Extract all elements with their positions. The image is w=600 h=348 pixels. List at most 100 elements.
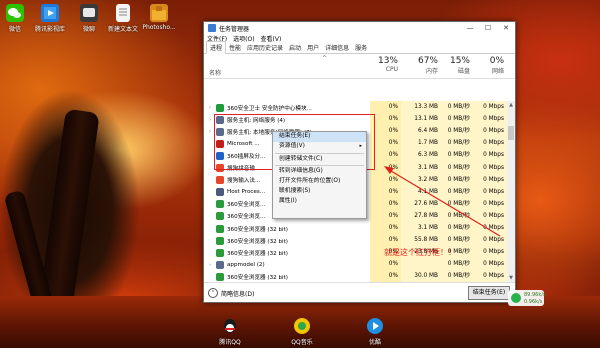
tab-details[interactable]: 详细信息	[322, 42, 352, 53]
desktop-icon-label: QQ音乐	[291, 339, 313, 346]
column-header-network[interactable]: 0% 网络	[473, 56, 504, 75]
desktop-icon-text-file[interactable]: 新建文本文	[103, 4, 143, 33]
expand-chevron-icon[interactable]: ›	[209, 105, 215, 111]
memory-cell: 55.8 MB	[401, 234, 441, 248]
context-menu-item-label: 打开文件所在的位置(O)	[279, 178, 341, 185]
network-cell: 0 Mbps	[473, 185, 507, 199]
desktop-icon-video-library[interactable]: 腾讯影视库	[30, 4, 70, 33]
scroll-down-icon[interactable]: ▼	[507, 274, 515, 282]
360-browser-icon	[216, 272, 224, 281]
column-header-disk[interactable]: 15% 磁盘	[441, 56, 470, 75]
network-cell: 0 Mbps	[473, 246, 507, 260]
process-name: 360安全卫士 安全防护中心模块...	[227, 105, 312, 112]
network-total-percent: 0%	[489, 56, 504, 66]
desktop-icon-youku[interactable]: 优酷	[355, 317, 395, 346]
context-menu-item-label: 创建转储文件(C)	[279, 155, 323, 162]
process-row[interactable]: 360安全浏览器 (32 bit) 0% 23.8 MB 0 MB/秒 0 Mbps	[204, 246, 507, 260]
network-cell: 0 Mbps	[473, 197, 507, 211]
process-row[interactable]: › 360安全卫士 安全防护中心模块... 0% 13.3 MB 0 MB/秒 0 Mbp…	[204, 101, 507, 114]
expand-chevron-icon[interactable]: ›	[209, 262, 215, 268]
vertical-scrollbar[interactable]: ▲ ▼	[507, 101, 515, 282]
disk-cell: 0 MB/秒	[441, 125, 473, 139]
maximize-button[interactable]: ☐	[479, 22, 497, 34]
memory-cell: 3.1 MB	[401, 161, 441, 175]
cpu-cell: 0%	[370, 209, 401, 223]
desktop-icon-photoshop[interactable]: Photosho...	[139, 4, 179, 31]
network-speed-widget[interactable]: 89.96k/s 0.96k/s	[508, 290, 546, 306]
360-browser-icon	[216, 248, 224, 257]
speed-line-2: 0.96k/s	[524, 299, 543, 305]
network-cell: 0 Mbps	[473, 209, 507, 223]
task-manager-icon	[208, 24, 216, 32]
tab-services[interactable]: 服务	[352, 42, 370, 53]
process-name-cell: 360安全浏览器 (32 bit)	[209, 246, 288, 259]
tab-users[interactable]: 用户	[304, 42, 322, 53]
cpu-cell: 0%	[370, 222, 401, 235]
context-menu-item-label: 联机搜索(S)	[279, 187, 311, 194]
process-name-cell: Host Proces...	[209, 186, 265, 199]
memory-total-percent: 67%	[417, 56, 438, 66]
cpu-cell: 0%	[370, 101, 401, 114]
desktop-icon-qq-music[interactable]: QQ音乐	[282, 317, 322, 346]
tab-strip: 进程 性能 应用历史记录 启动 用户 详细信息 服务	[204, 41, 515, 54]
disk-cell: 0 MB/秒	[441, 258, 473, 272]
process-name-cell: 360安全浏览...	[209, 210, 265, 223]
context-menu-item-label: 资源值(V)	[279, 142, 305, 149]
close-button[interactable]: ✕	[497, 22, 515, 34]
network-cell: 0 Mbps	[473, 234, 507, 248]
disk-cell: 0 MB/秒	[441, 197, 473, 211]
column-header-memory[interactable]: 67% 内存	[401, 56, 438, 75]
desktop-icon-label: 优酷	[368, 339, 381, 346]
submenu-arrow-icon: ▸	[359, 142, 362, 149]
network-cell: 0 Mbps	[473, 222, 507, 235]
context-menu-item-label: 结束任务(E)	[279, 133, 311, 139]
column-header-name[interactable]: 名称	[209, 68, 221, 77]
process-row[interactable]: 360安全浏览器 (32 bit) 0% 3.1 MB 0 MB/秒 0 Mbps	[204, 222, 507, 235]
process-row[interactable]: 360安全浏览器 (32 bit) 0% 55.8 MB 0 MB/秒 0 Mbps	[204, 234, 507, 248]
context-menu-item[interactable]: 转到详细信息(G)	[273, 167, 366, 177]
sogou-icon	[216, 176, 224, 185]
annotation-text: 就是这个红方框！！	[384, 248, 456, 257]
memory-cell: 1.7 MB	[401, 137, 441, 151]
context-menu-item[interactable]: 结束任务(E)	[273, 132, 366, 142]
disk-cell: 0 MB/秒	[441, 173, 473, 187]
less-details-button[interactable]: ⌃ 简略信息(D)	[208, 288, 254, 298]
cpu-cell: 0%	[370, 234, 401, 248]
desktop-icon-qq[interactable]: 腾讯QQ	[210, 317, 250, 346]
column-header-cpu[interactable]: 13% CPU	[370, 56, 398, 73]
scroll-up-icon[interactable]: ▲	[507, 101, 515, 109]
network-cell: 0 Mbps	[473, 101, 507, 114]
memory-cell: 6.4 MB	[401, 125, 441, 139]
scrollbar-thumb[interactable]	[508, 126, 514, 140]
cpu-cell: 0%	[370, 173, 401, 187]
wechat-icon	[6, 4, 24, 22]
tab-app-history[interactable]: 应用历史记录	[244, 42, 286, 53]
desktop-icon-label: 腾讯QQ	[219, 339, 241, 346]
network-cell: 0 Mbps	[473, 137, 507, 151]
context-menu-item[interactable]: 属性(I)	[273, 197, 366, 207]
process-name-cell: 360安全浏览器 (32 bit)	[209, 234, 288, 247]
tab-startup[interactable]: 启动	[286, 42, 304, 53]
text-file-icon	[116, 4, 130, 22]
memory-cell: 6.3 MB	[401, 149, 441, 163]
qq-icon	[221, 317, 239, 335]
qq-music-icon	[293, 317, 311, 335]
context-menu-item[interactable]: 打开文件所在的位置(O)	[273, 177, 366, 187]
tab-performance[interactable]: 性能	[226, 42, 244, 53]
memory-cell: 3.2 MB	[401, 173, 441, 187]
memory-cell: 4.1 MB	[401, 185, 441, 199]
end-task-button[interactable]: 结束任务(E)	[468, 286, 510, 300]
360-browser-icon	[216, 224, 224, 233]
process-row[interactable]: › appmodel (2) 0% 0 MB/秒 0 Mbps	[204, 258, 507, 272]
speed-line-1: 89.96k/s	[524, 292, 546, 298]
context-menu-item[interactable]: 资源值(V) ▸	[273, 142, 366, 152]
desktop-icon-label: 新建文本文	[107, 26, 138, 33]
title-bar[interactable]: 任务管理器 — ☐ ✕	[204, 22, 515, 34]
context-menu-item[interactable]: 创建转储文件(C)	[273, 155, 366, 165]
process-name: appmodel (2)	[227, 261, 265, 268]
tab-processes[interactable]: 进程	[206, 41, 227, 54]
footer-bar: ⌃ 简略信息(D) 结束任务(E)	[204, 282, 515, 302]
network-cell: 0 Mbps	[473, 161, 507, 175]
minimize-button[interactable]: —	[461, 22, 479, 34]
context-menu-item[interactable]: 联机搜索(S)	[273, 187, 366, 197]
